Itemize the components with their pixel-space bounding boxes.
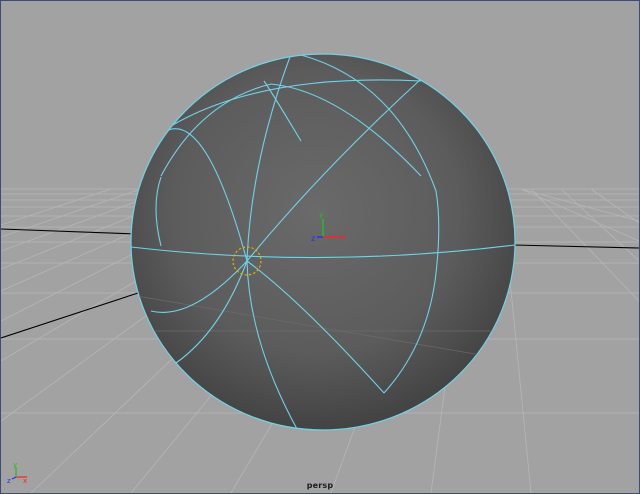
scene-canvas[interactable]: x y z x y z (1, 1, 639, 493)
local-axis-z-label: z (311, 234, 315, 243)
view-axis-y-label: y (13, 461, 17, 469)
viewport-persp[interactable]: x y z x y z persp (0, 0, 640, 494)
local-axis-y-label: y (319, 210, 324, 219)
camera-label: persp (306, 481, 334, 490)
local-axis-x-label: x (341, 233, 346, 242)
sphere-object[interactable] (130, 53, 516, 431)
